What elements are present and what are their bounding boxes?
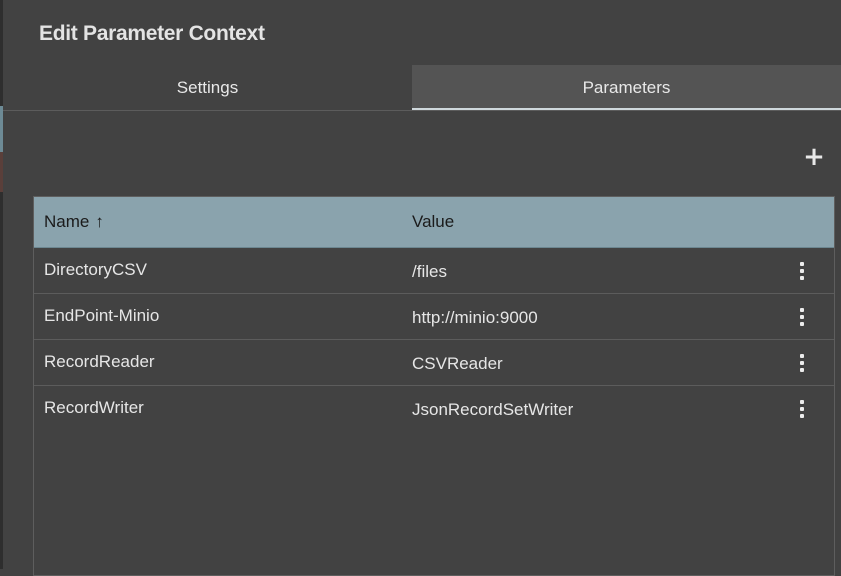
- parameter-name: DirectoryCSV: [44, 260, 147, 279]
- table-row: RecordWriter JsonRecordSetWriter: [34, 386, 834, 431]
- table-row: EndPoint-Minio http://minio:9000: [34, 294, 834, 340]
- parameter-value: http://minio:9000: [412, 308, 538, 327]
- sort-ascending-icon: ↑: [95, 212, 104, 231]
- parameter-name: RecordReader: [44, 352, 155, 371]
- dialog-title: Edit Parameter Context: [39, 22, 265, 45]
- parameter-value: /files: [412, 262, 447, 281]
- tab-parameters[interactable]: Parameters: [412, 65, 841, 110]
- more-actions-icon[interactable]: [797, 308, 807, 326]
- parameters-table: Name ↑ Value DirectoryCSV /files EndPoint…: [33, 196, 835, 576]
- plus-icon: +: [803, 142, 825, 172]
- tab-bar: Settings Parameters: [3, 65, 841, 111]
- parameter-value: JsonRecordSetWriter: [412, 400, 574, 419]
- table-header: Name ↑ Value: [34, 197, 834, 248]
- column-header-value: Value: [412, 212, 455, 231]
- more-actions-icon[interactable]: [797, 400, 807, 418]
- more-actions-icon[interactable]: [797, 354, 807, 372]
- table-row: RecordReader CSVReader: [34, 340, 834, 386]
- parameter-name: RecordWriter: [44, 398, 144, 417]
- table-row: DirectoryCSV /files: [34, 248, 834, 294]
- parameter-name: EndPoint-Minio: [44, 306, 160, 325]
- column-header-name[interactable]: Name ↑: [44, 197, 104, 247]
- add-parameter-button[interactable]: +: [803, 144, 825, 170]
- column-header-label: Name: [44, 212, 90, 231]
- more-actions-icon[interactable]: [797, 262, 807, 280]
- parameter-value: CSVReader: [412, 354, 503, 373]
- edit-parameter-context-dialog: Edit Parameter Context Settings Paramete…: [3, 0, 841, 576]
- tab-settings[interactable]: Settings: [3, 65, 412, 110]
